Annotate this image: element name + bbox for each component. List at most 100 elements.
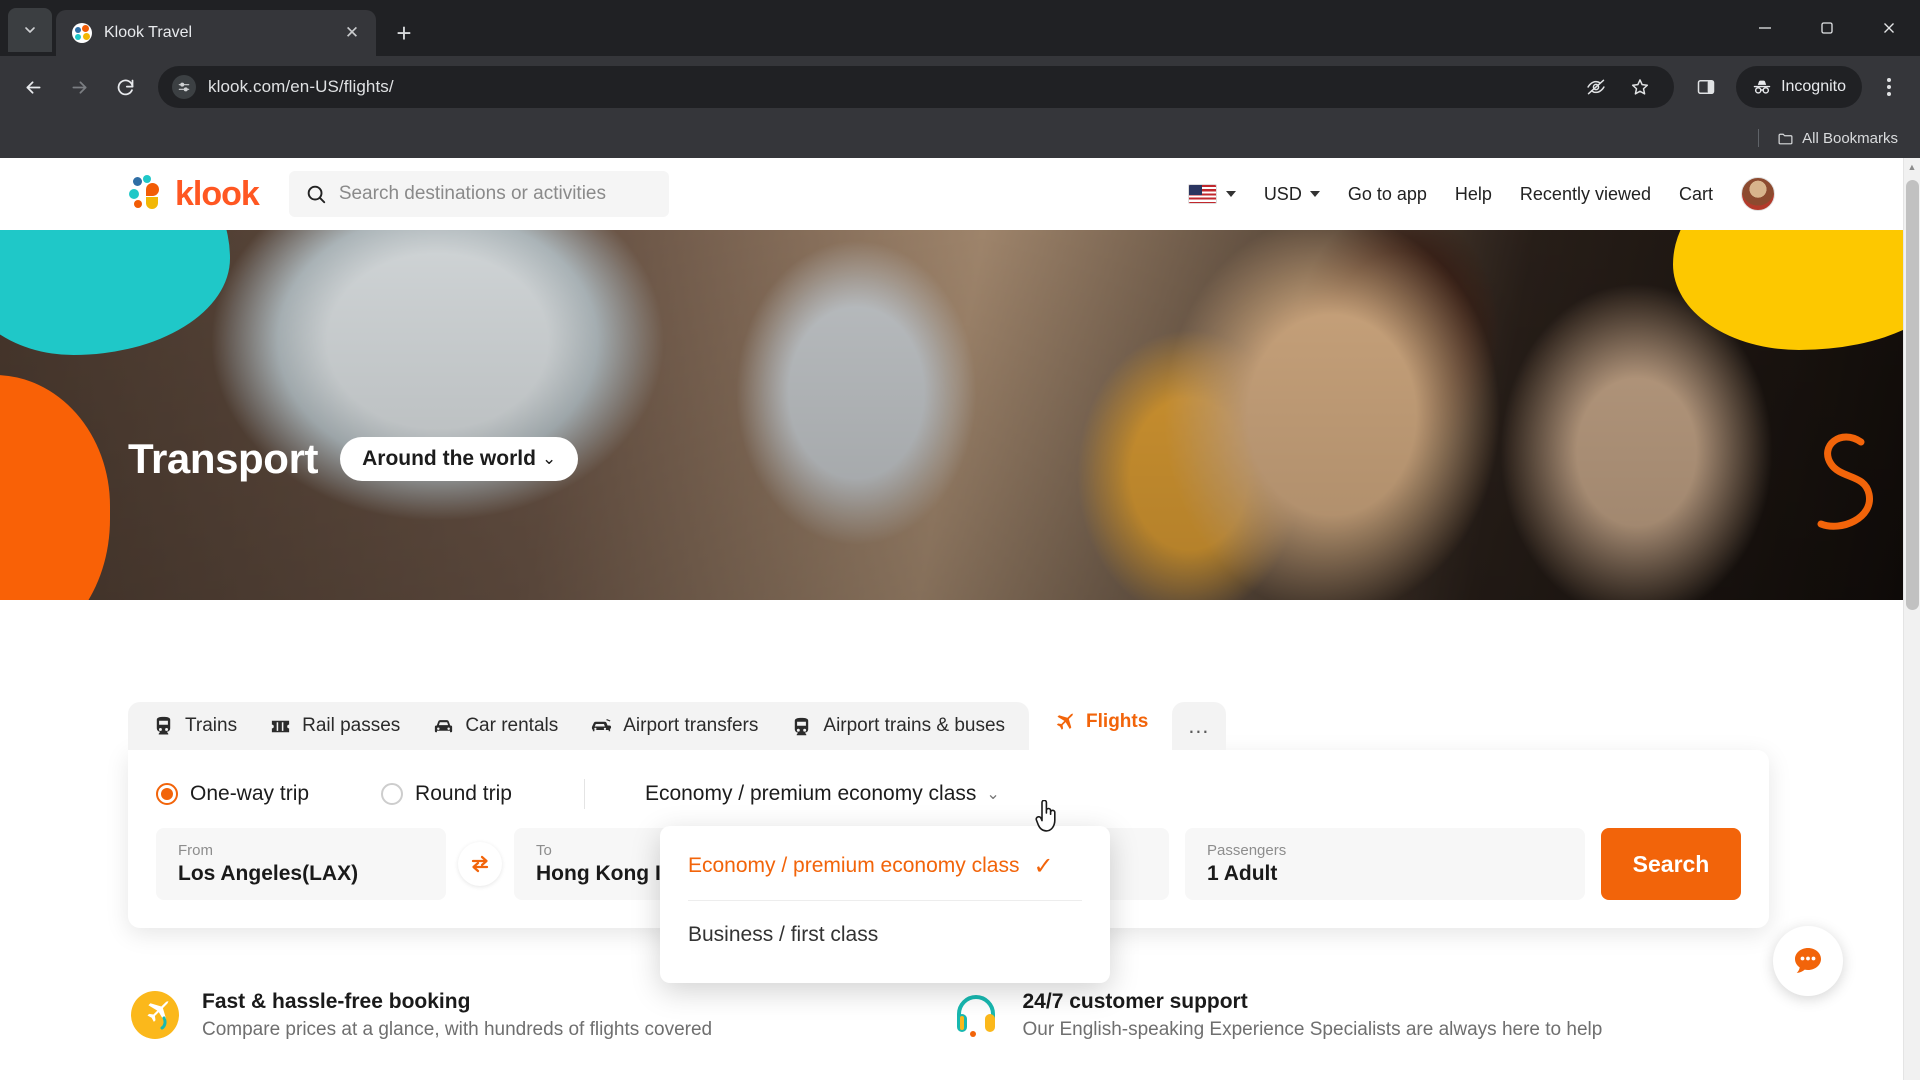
klook-favicon-icon xyxy=(72,23,92,43)
tab-flights[interactable]: Flights xyxy=(1029,694,1173,750)
all-bookmarks-label: All Bookmarks xyxy=(1802,129,1898,147)
feature-text: 24/7 customer support Our English-speaki… xyxy=(1023,990,1603,1041)
scroll-up-arrow-icon[interactable]: ▲ xyxy=(1904,158,1920,175)
from-field[interactable]: From Los Angeles(LAX) xyxy=(156,828,446,900)
page-title: Transport xyxy=(128,435,319,482)
new-tab-button[interactable]: + xyxy=(386,15,422,51)
tab-trains[interactable]: Trains xyxy=(136,702,253,750)
feature-title: Fast & hassle-free booking xyxy=(202,989,471,1013)
tab-label: Trains xyxy=(185,715,238,736)
feature-customer-support: 24/7 customer support Our English-speaki… xyxy=(949,988,1770,1042)
search-button[interactable]: Search xyxy=(1601,828,1741,900)
tab-label: Airport transfers xyxy=(623,715,759,736)
feature-fast-booking: Fast & hassle-free booking Compare price… xyxy=(128,988,949,1042)
close-tab-icon[interactable]: ✕ xyxy=(340,21,364,45)
page-content: klook Search destinations or activities … xyxy=(0,158,1903,1080)
trip-type-label: One-way trip xyxy=(190,782,310,805)
site-search-input[interactable]: Search destinations or activities xyxy=(288,171,669,217)
nav-go-to-app[interactable]: Go to app xyxy=(1348,184,1427,205)
tab-rail-passes[interactable]: Rail passes xyxy=(253,702,416,750)
hero-content: Transport Around the world ⌄ xyxy=(128,435,579,483)
site-search-placeholder: Search destinations or activities xyxy=(338,183,606,204)
airport-train-bus-icon xyxy=(795,717,809,735)
site-settings-icon[interactable] xyxy=(172,75,196,99)
us-flag-icon xyxy=(1187,184,1217,204)
search-icon xyxy=(307,185,326,204)
swap-origin-destination-button[interactable] xyxy=(458,842,502,886)
options-divider xyxy=(583,779,585,809)
feature-desc: Our English-speaking Experience Speciali… xyxy=(1022,1018,1603,1040)
incognito-indicator[interactable]: Incognito xyxy=(1736,66,1862,108)
page-scrollbar[interactable]: ▲ xyxy=(1903,158,1920,1080)
category-tabs-group: Trains Rail passes Car rentals Airport t… xyxy=(128,702,1030,750)
nav-recently-viewed[interactable]: Recently viewed xyxy=(1520,184,1651,205)
airport-transfer-icon xyxy=(592,718,612,731)
cabin-option-business[interactable]: Business / first class xyxy=(660,901,1110,969)
bookmarks-bar: All Bookmarks xyxy=(0,118,1920,158)
tab-label: Car rentals xyxy=(465,715,559,736)
cabin-option-label: Economy / premium economy class xyxy=(688,854,1020,877)
address-bar[interactable]: klook.com/en-US/flights/ xyxy=(158,66,1675,108)
trip-type-round[interactable]: Round trip xyxy=(381,782,512,806)
kebab-dot xyxy=(1887,85,1891,89)
tab-airport-transfers[interactable]: Airport transfers xyxy=(574,702,774,750)
mouse-cursor-pointer xyxy=(1035,800,1056,832)
minimize-button[interactable] xyxy=(1734,0,1796,56)
radio-selected-icon[interactable] xyxy=(156,783,178,805)
trip-type-label: Round trip xyxy=(415,782,512,805)
side-panel-icon[interactable] xyxy=(1686,67,1726,107)
tab-airport-trains-buses[interactable]: Airport trains & buses xyxy=(774,702,1021,750)
user-avatar[interactable] xyxy=(1741,177,1775,211)
region-selector-button[interactable]: Around the world ⌄ xyxy=(340,437,579,481)
browser-tabstrip: Klook Travel ✕ + xyxy=(0,0,1920,56)
radio-unselected-icon[interactable] xyxy=(381,783,404,805)
page-viewport: klook Search destinations or activities … xyxy=(0,158,1920,1080)
close-window-button[interactable] xyxy=(1858,0,1920,56)
klook-wordmark: klook xyxy=(175,174,260,213)
category-tabs-overflow-button[interactable]: … xyxy=(1172,702,1227,750)
kebab-dot xyxy=(1887,92,1891,96)
folder-icon xyxy=(1778,133,1793,144)
cabin-class-selector[interactable]: Economy / premium economy class ⌄ xyxy=(645,782,1000,806)
browser-window: Klook Travel ✕ + klook.com/en-US/flights… xyxy=(0,0,1920,1080)
tracking-protection-icon[interactable] xyxy=(1576,67,1616,107)
chat-support-button[interactable] xyxy=(1773,926,1843,996)
tab-car-rentals[interactable]: Car rentals xyxy=(416,702,574,750)
browser-tab[interactable]: Klook Travel ✕ xyxy=(56,10,376,56)
plane-circle-icon-svg xyxy=(131,991,179,1039)
swap-arrows-icon xyxy=(471,855,489,873)
omnibox-actions xyxy=(1576,67,1660,107)
car-icon xyxy=(435,719,453,732)
tab-label: Flights xyxy=(1086,711,1149,732)
incognito-label: Incognito xyxy=(1781,78,1846,95)
cabin-option-economy[interactable]: Economy / premium economy class ✓ xyxy=(660,832,1110,900)
chevron-down-icon xyxy=(1309,191,1320,197)
back-button[interactable] xyxy=(12,66,54,108)
rail-pass-icon xyxy=(271,720,290,732)
bookmark-star-icon[interactable] xyxy=(1620,67,1660,107)
maximize-button[interactable] xyxy=(1796,0,1858,56)
site-header: klook Search destinations or activities … xyxy=(0,158,1903,230)
chevron-down-icon xyxy=(1225,191,1236,197)
passengers-field[interactable]: Passengers 1 Adult xyxy=(1185,828,1585,900)
nav-cart[interactable]: Cart xyxy=(1679,184,1713,205)
scrollbar-thumb[interactable] xyxy=(1906,180,1919,610)
feature-title: 24/7 customer support xyxy=(1022,989,1248,1013)
from-value: Los Angeles(LAX) xyxy=(178,862,359,885)
klook-logo[interactable]: klook xyxy=(128,173,260,215)
cabin-option-label: Business / first class xyxy=(688,923,879,946)
reload-button[interactable] xyxy=(104,66,146,108)
tab-title: Klook Travel xyxy=(104,24,193,41)
currency-selector[interactable]: USD xyxy=(1264,184,1320,205)
window-controls xyxy=(1734,0,1920,56)
chat-bubble-icon xyxy=(1795,948,1821,973)
tab-search-button[interactable] xyxy=(8,8,52,52)
language-selector[interactable] xyxy=(1187,184,1236,204)
trip-type-one-way[interactable]: One-way trip xyxy=(156,782,309,806)
chevron-down-icon: ⌄ xyxy=(541,449,557,468)
chrome-menu-button[interactable] xyxy=(1870,66,1908,108)
nav-help[interactable]: Help xyxy=(1455,184,1492,205)
all-bookmarks-button[interactable]: All Bookmarks xyxy=(1777,130,1898,147)
check-icon: ✓ xyxy=(1033,852,1054,880)
forward-button[interactable] xyxy=(58,66,100,108)
